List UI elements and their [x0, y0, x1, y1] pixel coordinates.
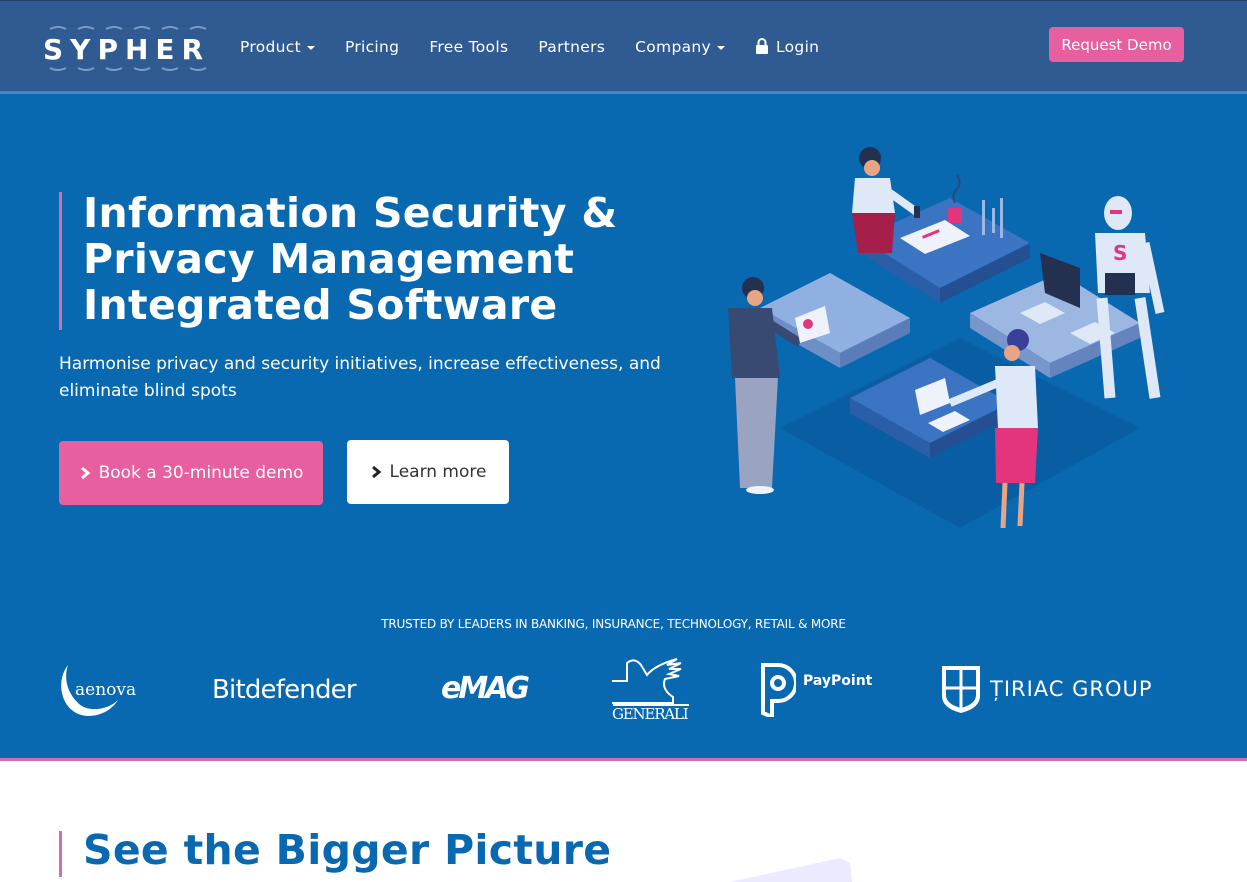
nav-pricing-label: Pricing	[344, 38, 400, 56]
client-name: PayPoint	[803, 673, 873, 689]
chevron-right-icon	[80, 466, 90, 480]
nav-partners[interactable]: Partners	[538, 38, 605, 56]
nav-free-tools[interactable]: Free Tools	[429, 38, 508, 56]
nav-product-label: Product	[240, 38, 301, 56]
nav-company-label: Company	[635, 38, 711, 56]
client-logo-tiriac-group: ȚIRIAC GROUP	[940, 664, 1175, 719]
generali-lion-icon	[610, 658, 689, 706]
svg-text:S: S	[1113, 241, 1127, 265]
hero-illustration: S	[728, 147, 1165, 529]
nav-product[interactable]: Product	[240, 38, 315, 56]
learn-more-label: Learn more	[389, 462, 487, 482]
hero-title-line: Integrated Software	[83, 281, 558, 329]
trusted-by-text: TRUSTED BY LEADERS IN BANKING, INSURANCE…	[381, 617, 846, 631]
hero-bottom-divider	[0, 758, 1247, 761]
client-name: ȚIRIAC GROUP	[990, 677, 1153, 701]
client-logo-generali: GENERALI	[610, 657, 690, 725]
client-logos: aenova Bitdefender eMAG GENERALI PayPoin…	[0, 655, 1247, 730]
client-logo-aenova: aenova	[58, 663, 143, 718]
nav-login-label: Login	[775, 38, 820, 56]
nav-pricing[interactable]: Pricing	[345, 38, 399, 56]
logo-wave-top-icon	[49, 26, 207, 30]
client-name: GENERALI	[612, 705, 689, 723]
nav-company[interactable]: Company	[635, 38, 725, 56]
client-name: aenova	[75, 680, 137, 700]
section-title: See the Bigger Picture	[83, 826, 612, 874]
logo-wave-bottom-icon	[49, 67, 207, 71]
hero-subtitle: Harmonise privacy and security initiativ…	[59, 354, 661, 401]
book-demo-button[interactable]: Book a 30-minute demo	[59, 441, 323, 505]
tiriac-shield-icon	[942, 666, 980, 713]
puzzle-piece-left	[760, 273, 910, 368]
chevron-right-icon	[371, 465, 381, 479]
learn-more-button[interactable]: Learn more	[347, 440, 509, 504]
caret-down-icon	[716, 46, 725, 50]
client-logo-emag: eMAG	[441, 671, 530, 706]
hero-title-line: Information Security &	[83, 189, 618, 237]
client-logo-paypoint: PayPoint	[760, 663, 875, 725]
hero-title-line: Privacy Management	[83, 235, 575, 283]
illus-mug	[948, 208, 962, 223]
hero-title-accent-bar	[59, 192, 62, 330]
client-logo-bitdefender: Bitdefender	[212, 675, 357, 705]
lock-icon	[755, 38, 768, 54]
nav-login[interactable]: Login	[755, 38, 819, 56]
paypoint-p-icon	[761, 663, 798, 721]
section-illustration-partial	[730, 858, 852, 882]
site-header: SYPHER Product Pricing Free Tools Partne…	[0, 0, 1247, 91]
nav-free-tools-label: Free Tools	[429, 38, 509, 56]
nav-partners-label: Partners	[538, 38, 606, 56]
logo-text: SYPHER	[43, 33, 211, 66]
sypher-logo[interactable]: SYPHER	[40, 23, 215, 73]
main-nav: Product Pricing Free Tools Partners Comp…	[240, 38, 849, 56]
hero-title: Information Security & Privacy Managemen…	[83, 190, 683, 328]
book-demo-label: Book a 30-minute demo	[98, 463, 304, 483]
section-title-accent-bar	[59, 831, 62, 877]
caret-down-icon	[306, 46, 315, 50]
request-demo-button[interactable]: Request Demo	[1049, 27, 1184, 62]
